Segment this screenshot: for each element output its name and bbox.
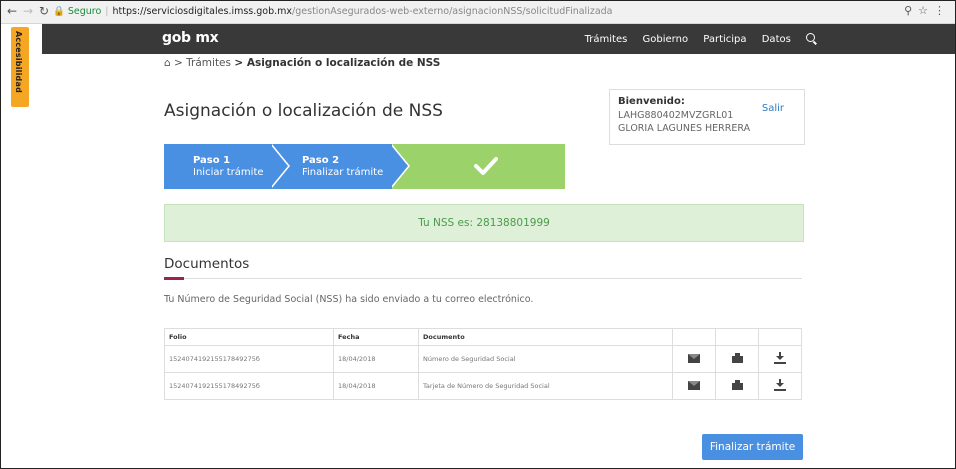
table-row: 152407419215517849275б 18/04/2018 Tarjet… bbox=[164, 372, 802, 400]
nss-alert: Tu NSS es: 28138801999 bbox=[164, 204, 804, 242]
email-action[interactable] bbox=[672, 345, 716, 373]
url-host: https://serviciosdigitales.imss.gob.mx bbox=[112, 6, 293, 17]
breadcrumb-tramites[interactable]: Trámites bbox=[186, 57, 231, 69]
cell-folio: 152407419215517849275б bbox=[164, 372, 334, 400]
finish-button[interactable]: Finalizar trámite bbox=[702, 434, 803, 460]
download-action[interactable] bbox=[758, 372, 802, 400]
cell-folio: 152407419215517849275б bbox=[164, 345, 334, 373]
step-1-title: Paso 1 bbox=[193, 155, 231, 166]
envelope-icon[interactable] bbox=[688, 380, 700, 390]
download-action[interactable] bbox=[758, 345, 802, 373]
documents-divider bbox=[164, 278, 802, 279]
step-2-arrow bbox=[390, 144, 408, 188]
logout-link[interactable]: Salir bbox=[762, 103, 784, 114]
print-icon[interactable] bbox=[731, 353, 743, 363]
user-name: GLORIA LAGUNES HERRERA bbox=[618, 123, 751, 134]
nav-gobierno[interactable]: Gobierno bbox=[643, 34, 689, 45]
step-progress: Paso 1 Iniciar trámite Paso 2 Finalizar … bbox=[164, 144, 565, 189]
documents-accent bbox=[164, 277, 184, 280]
accessibility-tab[interactable]: Accesibilidad bbox=[11, 27, 29, 107]
home-icon[interactable]: ⌂ bbox=[164, 57, 171, 69]
secure-label: Seguro bbox=[67, 6, 102, 17]
checkmark-icon bbox=[474, 157, 498, 175]
email-action[interactable] bbox=[672, 372, 716, 400]
cell-documento: Tarjeta de Número de Seguridad Social bbox=[418, 372, 673, 400]
documents-message: Tu Número de Seguridad Social (NSS) ha s… bbox=[164, 294, 534, 305]
nav-tramites[interactable]: Trámites bbox=[585, 34, 628, 45]
documents-table: Folio Fecha Documento 152407419215517849… bbox=[164, 328, 802, 400]
bookmark-star-icon[interactable]: ☆ bbox=[918, 4, 934, 17]
user-curp: LAHG880402MVZGRL01 bbox=[618, 110, 734, 121]
url-path: /gestionAsegurados-web-externo/asignacio… bbox=[292, 6, 613, 17]
step-2-title: Paso 2 bbox=[302, 155, 340, 166]
download-icon[interactable] bbox=[774, 352, 786, 364]
forward-icon[interactable]: → bbox=[23, 4, 33, 18]
download-icon[interactable] bbox=[774, 379, 786, 391]
print-icon[interactable] bbox=[731, 380, 743, 390]
browser-window: ← → ↻ 🔒 Seguro | https://serviciosdigitales… bbox=[0, 0, 956, 469]
step-1-arrow bbox=[270, 144, 288, 188]
gob-logo[interactable]: gob mx bbox=[162, 30, 219, 46]
table-header-row: Folio Fecha Documento bbox=[164, 328, 802, 346]
welcome-title: Bienvenido: bbox=[618, 96, 685, 107]
nav-participa[interactable]: Participa bbox=[703, 34, 746, 45]
column-email bbox=[672, 328, 716, 346]
back-icon[interactable]: ← bbox=[7, 4, 17, 18]
step-1-subtitle: Iniciar trámite bbox=[193, 167, 264, 178]
column-folio: Folio bbox=[164, 328, 334, 346]
cell-fecha: 18/04/2018 bbox=[333, 345, 419, 373]
column-fecha: Fecha bbox=[333, 328, 419, 346]
lock-icon: 🔒 bbox=[53, 6, 65, 17]
column-print bbox=[715, 328, 759, 346]
breadcrumb-current: Asignación o localización de NSS bbox=[246, 57, 441, 69]
page-title: Asignación o localización de NSS bbox=[164, 101, 443, 121]
cell-fecha: 18/04/2018 bbox=[333, 372, 419, 400]
nav-datos[interactable]: Datos bbox=[762, 34, 791, 45]
browser-toolbar: ← → ↻ 🔒 Seguro | https://serviciosdigitales… bbox=[1, 1, 955, 24]
step-1-text: Paso 1 Iniciar trámite bbox=[193, 155, 264, 179]
top-nav: Trámites Gobierno Participa Datos bbox=[573, 33, 815, 45]
column-download bbox=[758, 328, 802, 346]
column-documento: Documento bbox=[418, 328, 673, 346]
cell-documento: Número de Seguridad Social bbox=[418, 345, 673, 373]
reload-icon[interactable]: ↻ bbox=[39, 4, 49, 18]
url-separator: | bbox=[105, 6, 109, 17]
step-2-text: Paso 2 Finalizar trámite bbox=[302, 155, 383, 179]
envelope-icon[interactable] bbox=[688, 353, 700, 363]
browser-actions: ⚲☆⋮ bbox=[904, 4, 951, 17]
step-2-subtitle: Finalizar trámite bbox=[302, 167, 384, 178]
breadcrumb-separator: > bbox=[174, 57, 183, 69]
breadcrumb-separator: > bbox=[234, 57, 244, 69]
address-bar[interactable]: 🔒 Seguro | https://serviciosdigitales.imss.… bbox=[53, 4, 923, 19]
site-header: gob mx Trámites Gobierno Participa Datos bbox=[42, 24, 955, 54]
menu-icon[interactable]: ⋮ bbox=[934, 4, 951, 17]
search-icon[interactable] bbox=[806, 33, 815, 42]
print-action[interactable] bbox=[715, 345, 759, 373]
breadcrumb: ⌂ > Trámites > Asignación o localización… bbox=[164, 57, 440, 69]
welcome-box: Bienvenido: LAHG880402MVZGRL01 GLORIA LA… bbox=[609, 89, 805, 145]
accessibility-label: Accesibilidad bbox=[14, 31, 23, 94]
table-row: 152407419215517849275б 18/04/2018 Número… bbox=[164, 345, 802, 373]
print-action[interactable] bbox=[715, 372, 759, 400]
documents-title: Documentos bbox=[164, 256, 250, 272]
zoom-icon[interactable]: ⚲ bbox=[904, 4, 918, 17]
